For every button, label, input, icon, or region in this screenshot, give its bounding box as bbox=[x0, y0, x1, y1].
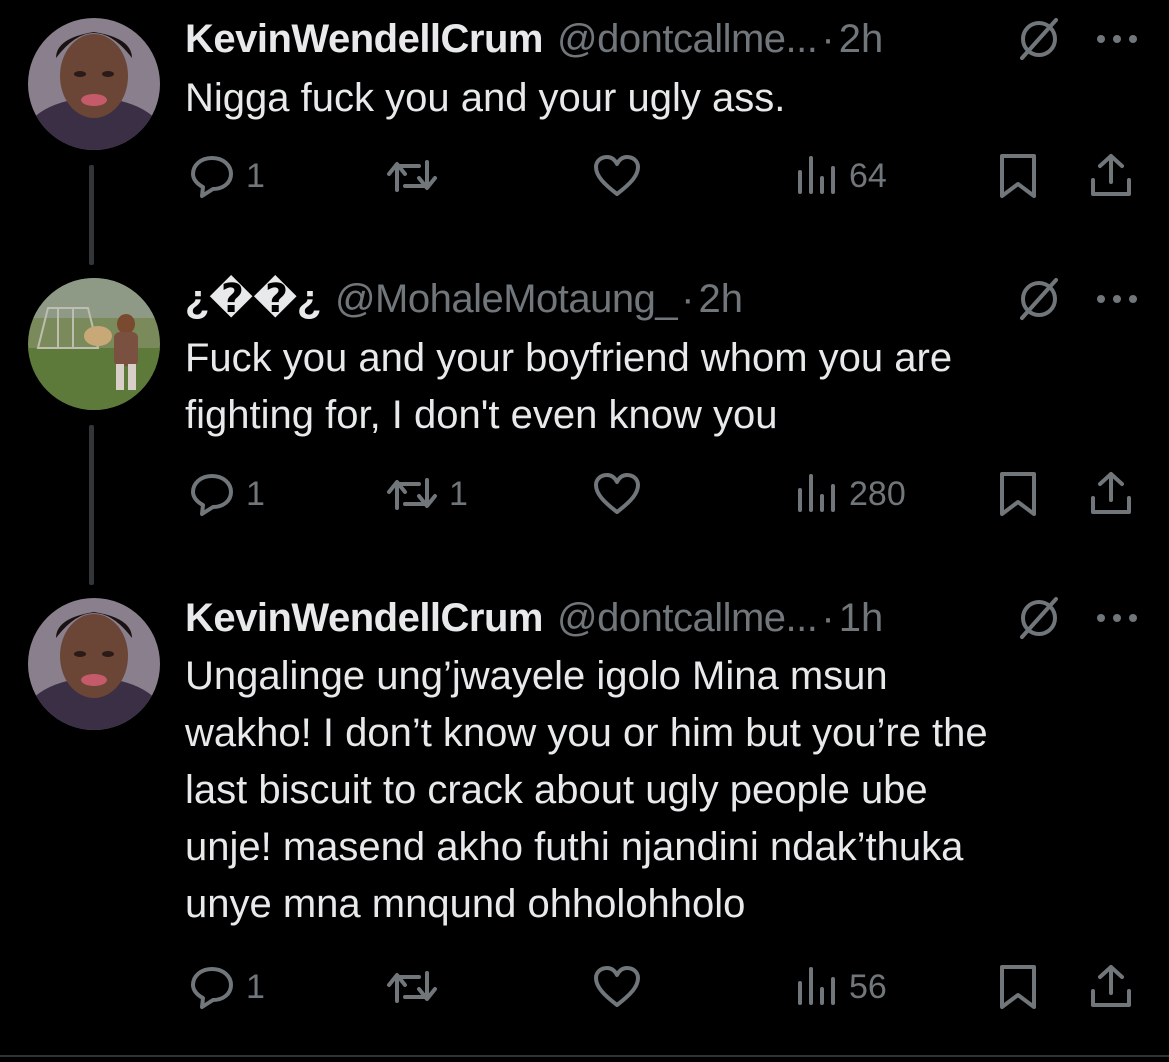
grok-icon[interactable] bbox=[1016, 16, 1062, 62]
reply-icon bbox=[191, 156, 233, 198]
action-bar: 1 56 bbox=[0, 963, 1169, 1013]
bookmark-button[interactable] bbox=[998, 470, 1038, 518]
retweet-button[interactable] bbox=[385, 152, 449, 200]
tweet-text-line: unye mna mnqund ohholohholo bbox=[185, 882, 746, 926]
more-icon[interactable] bbox=[1095, 293, 1139, 305]
retweet-icon bbox=[387, 478, 437, 510]
reply-icon bbox=[191, 474, 233, 516]
views-button[interactable]: 64 bbox=[795, 152, 887, 200]
heart-icon bbox=[594, 155, 640, 196]
reply-count: 1 bbox=[246, 156, 265, 195]
share-button[interactable] bbox=[1088, 152, 1134, 200]
share-icon bbox=[1091, 472, 1131, 514]
like-button[interactable] bbox=[592, 152, 642, 200]
display-name[interactable]: ¿��¿ bbox=[185, 276, 321, 322]
tweet-text-line: fighting for, I don't even know you bbox=[185, 393, 778, 437]
views-button[interactable]: 280 bbox=[795, 470, 906, 518]
tweet-header: KevinWendellCrum @dontcallme... · 1h bbox=[185, 593, 1149, 643]
retweet-count: 1 bbox=[449, 474, 468, 513]
retweet-icon bbox=[387, 971, 437, 1003]
timestamp[interactable]: 2h bbox=[839, 17, 884, 62]
separator-dot: · bbox=[821, 16, 835, 61]
reply-icon bbox=[191, 967, 233, 1009]
reply-button[interactable]: 1 bbox=[188, 470, 265, 518]
username[interactable]: @dontcallme... bbox=[557, 596, 818, 641]
bookmark-icon bbox=[1000, 472, 1036, 516]
tweet-text: Fuck you and your boyfriend whom you are… bbox=[185, 330, 1129, 444]
grok-icon[interactable] bbox=[1016, 595, 1062, 641]
views-count: 64 bbox=[849, 156, 887, 195]
tweet-text-line: Fuck you and your boyfriend whom you are bbox=[185, 336, 953, 380]
tweet-text-line: Ungalinge ung’jwayele igolo Mina msun bbox=[185, 654, 888, 698]
views-icon bbox=[798, 474, 835, 512]
timestamp[interactable]: 2h bbox=[698, 277, 743, 322]
display-name[interactable]: KevinWendellCrum bbox=[185, 17, 544, 62]
views-button[interactable]: 56 bbox=[795, 963, 887, 1011]
grok-icon[interactable] bbox=[1016, 276, 1062, 322]
bookmark-icon bbox=[1000, 154, 1036, 198]
views-icon bbox=[798, 156, 835, 194]
retweet-button[interactable]: 1 bbox=[385, 470, 468, 518]
reply-button[interactable]: 1 bbox=[188, 963, 265, 1011]
tweet-text-line: Nigga fuck you and your ugly ass. bbox=[185, 76, 786, 120]
bookmark-icon bbox=[1000, 965, 1036, 1009]
username[interactable]: @dontcallme... bbox=[557, 17, 818, 62]
action-bar: 1 64 bbox=[0, 152, 1169, 202]
avatar[interactable] bbox=[28, 18, 160, 150]
tweet-header: KevinWendellCrum @dontcallme... · 2h bbox=[185, 14, 1149, 64]
tweet-header: ¿��¿ @MohaleMotaung_ · 2h bbox=[185, 274, 1149, 324]
share-icon bbox=[1091, 965, 1131, 1007]
heart-icon bbox=[594, 966, 640, 1007]
like-button[interactable] bbox=[592, 963, 642, 1011]
display-name[interactable]: KevinWendellCrum bbox=[185, 596, 544, 641]
more-icon[interactable] bbox=[1095, 612, 1139, 624]
reply-count: 1 bbox=[246, 474, 265, 513]
heart-icon bbox=[594, 473, 640, 514]
views-icon bbox=[798, 967, 835, 1005]
retweet-icon bbox=[387, 160, 437, 192]
bookmark-button[interactable] bbox=[998, 152, 1038, 200]
like-button[interactable] bbox=[592, 470, 642, 518]
share-icon bbox=[1091, 154, 1131, 196]
action-bar: 1 1 280 bbox=[0, 470, 1169, 520]
separator-dot: · bbox=[821, 595, 835, 640]
tweet-text-line: last biscuit to crack about ugly people … bbox=[185, 768, 928, 812]
reply-count: 1 bbox=[246, 967, 265, 1006]
views-count: 56 bbox=[849, 967, 887, 1006]
timestamp[interactable]: 1h bbox=[839, 596, 884, 641]
tweet-text: Nigga fuck you and your ugly ass. bbox=[185, 70, 1129, 127]
tweet-text: Ungalinge ung’jwayele igolo Mina msun wa… bbox=[185, 648, 1129, 933]
tweet-text-line: unje! masend akho futhi njandini ndak’th… bbox=[185, 825, 964, 869]
share-button[interactable] bbox=[1088, 963, 1134, 1011]
bookmark-button[interactable] bbox=[998, 963, 1038, 1011]
tweet-text-line: wakho! I don’t know you or him but you’r… bbox=[185, 711, 988, 755]
retweet-button[interactable] bbox=[385, 963, 449, 1011]
reply-button[interactable]: 1 bbox=[188, 152, 265, 200]
share-button[interactable] bbox=[1088, 470, 1134, 518]
more-icon[interactable] bbox=[1095, 33, 1139, 45]
avatar[interactable] bbox=[28, 598, 160, 730]
separator-dot: · bbox=[681, 276, 695, 321]
avatar[interactable] bbox=[28, 278, 160, 410]
username[interactable]: @MohaleMotaung_ bbox=[335, 277, 678, 322]
divider bbox=[0, 1055, 1169, 1057]
views-count: 280 bbox=[849, 474, 906, 513]
